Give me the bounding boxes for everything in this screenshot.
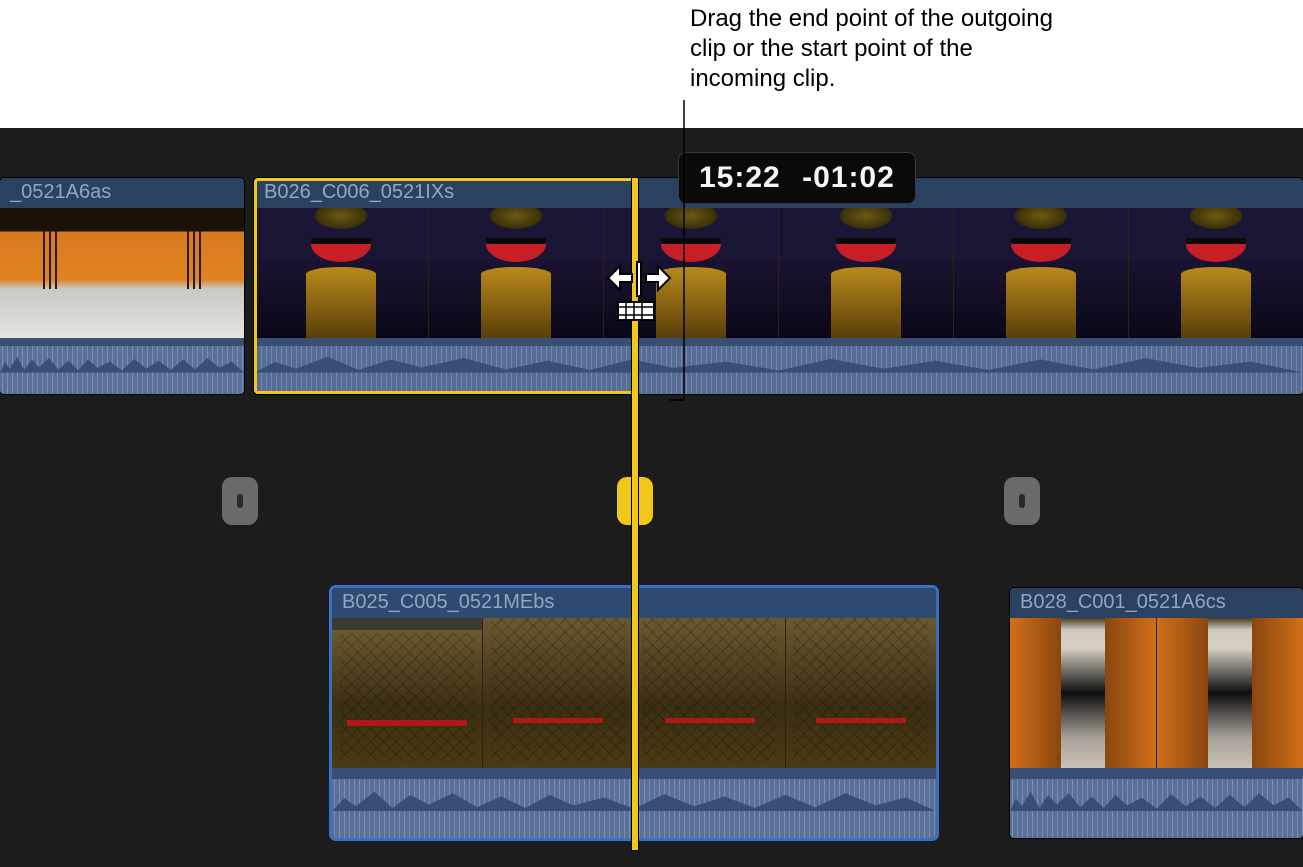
clip-thumbnails — [0, 208, 244, 338]
secondary-storyline-track[interactable]: B025_C005_0521MEbs B028_C001_0521A6cs — [0, 573, 1303, 843]
secondary-clip-1[interactable]: B028_C001_0521A6cs — [1010, 588, 1303, 838]
primary-clip-1[interactable]: B026_C006_0521IXs — [254, 178, 1303, 394]
edit-points-row — [0, 428, 1303, 574]
clip-title: B028_C001_0521A6cs — [1010, 588, 1303, 618]
edit-point-marker[interactable] — [1004, 477, 1040, 525]
clip-title: _0521A6as — [0, 178, 244, 208]
timecode-current: 15:22 — [699, 161, 781, 194]
clip-thumbnails — [254, 208, 1303, 338]
primary-clip-0[interactable]: _0521A6as — [0, 178, 244, 394]
primary-storyline-track[interactable]: _0521A6as B026_C006_0521IXs — [0, 178, 1303, 396]
clip-audio[interactable] — [1010, 768, 1303, 838]
timeline-editor[interactable]: 15:22 -01:02 _0521A6as B026_C006_0521IXs — [0, 128, 1303, 867]
edit-point-marker[interactable] — [222, 477, 258, 525]
playhead[interactable] — [632, 178, 638, 850]
timecode-delta: -01:02 — [802, 161, 895, 194]
clip-thumbnails — [1010, 618, 1303, 768]
annotation-text: Drag the end point of the outgoing clip … — [690, 4, 1070, 94]
clip-audio[interactable] — [0, 338, 244, 394]
trim-timecode-display: 15:22 -01:02 — [678, 152, 916, 204]
clip-audio[interactable] — [254, 338, 1303, 394]
